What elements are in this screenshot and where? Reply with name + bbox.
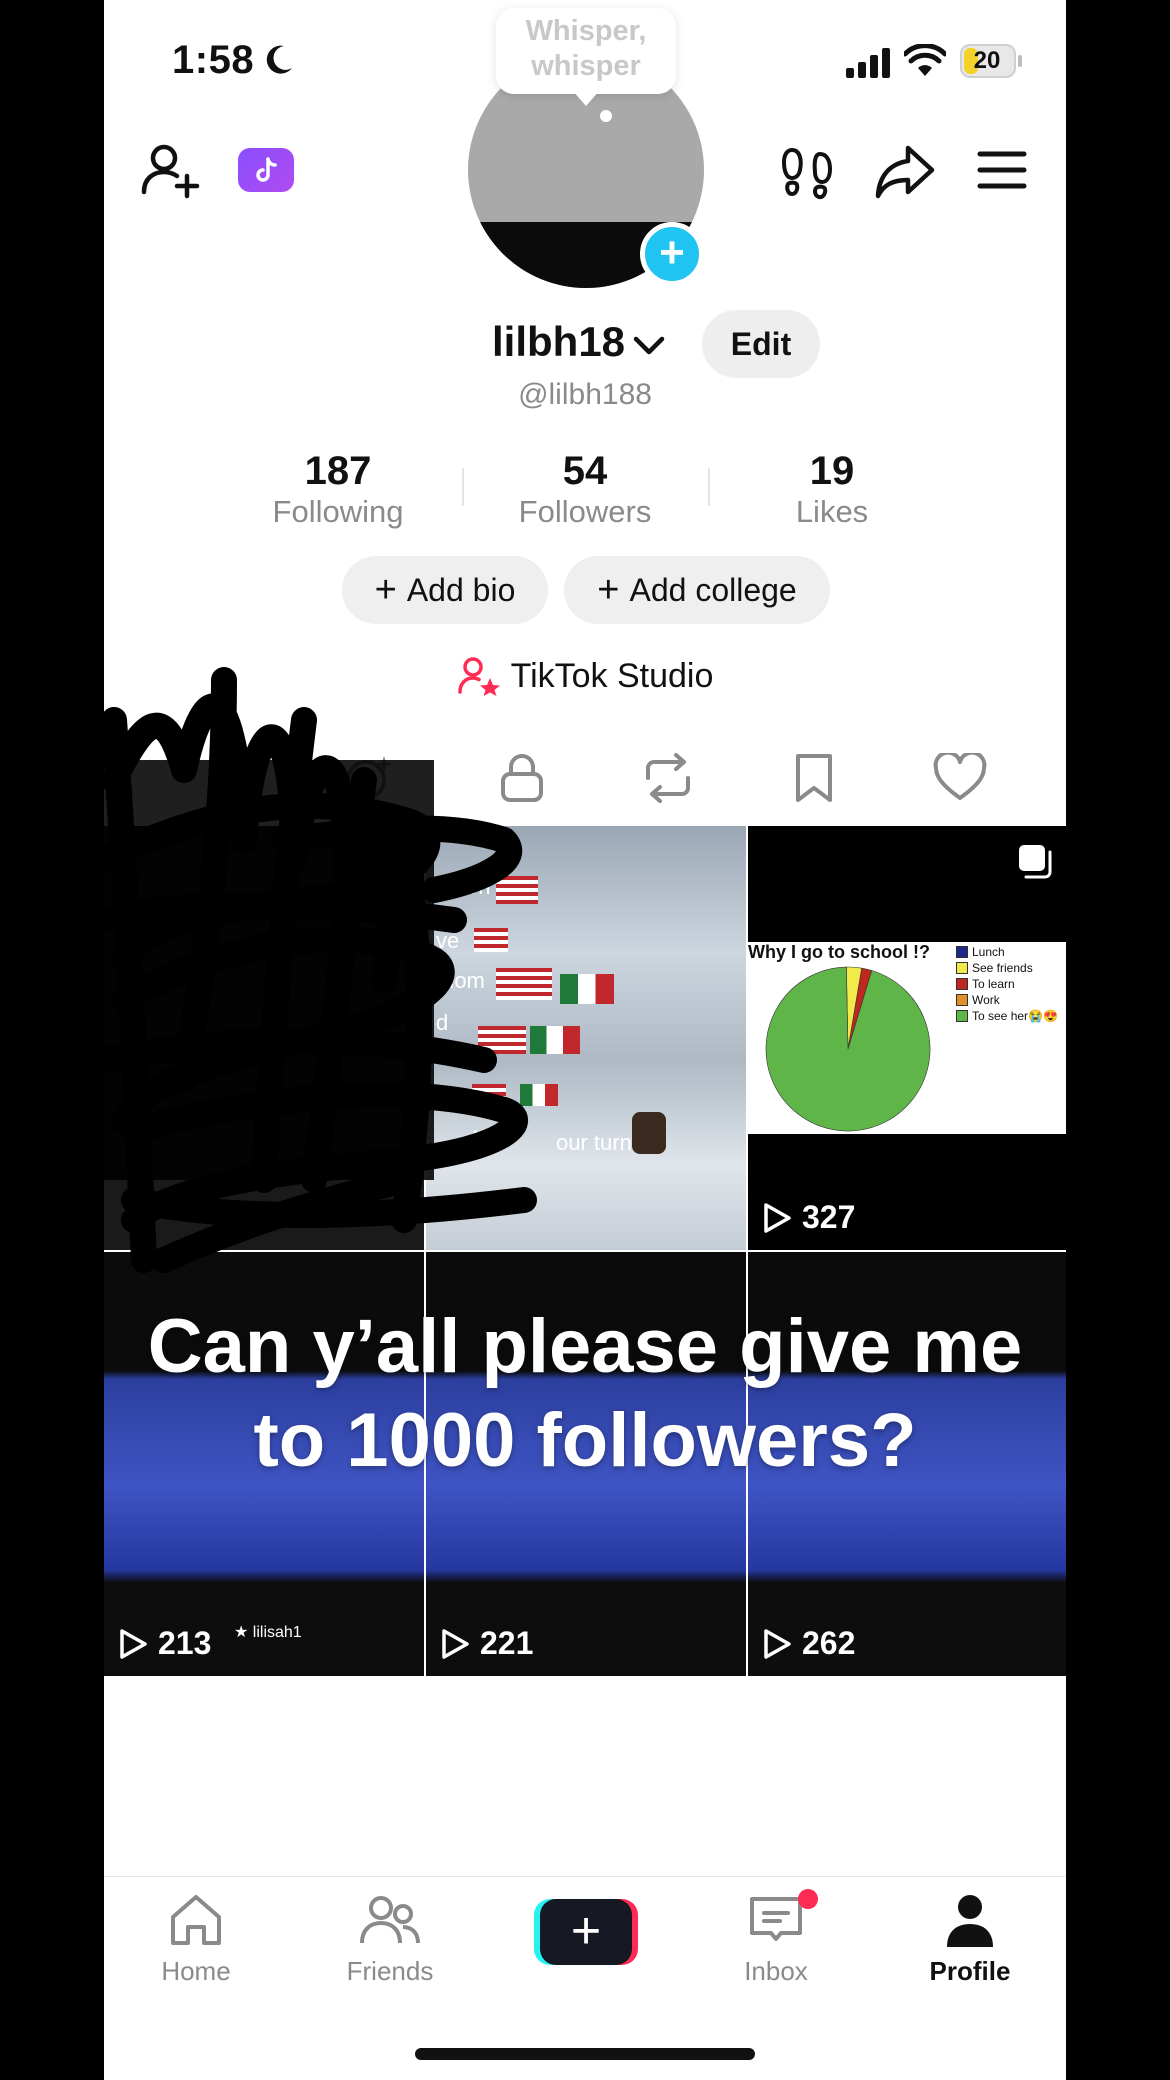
add-college-button[interactable]: + Add college (564, 556, 830, 624)
view-count-value: 221 (480, 1625, 534, 1661)
legend-label: See friends (972, 961, 1033, 975)
legend-swatch (956, 978, 968, 990)
nav-profile-label: Profile (929, 1956, 1011, 1986)
legend-item: To learn (956, 976, 1058, 992)
profile-screen: 1:58 20 Whisper, whisper + lilbh18 Edit … (104, 0, 1066, 2080)
add-college-label: Add college (629, 571, 797, 608)
home-icon (171, 1895, 221, 1945)
cellular-signal-icon (846, 48, 890, 78)
legend-label: Work (972, 993, 1000, 1007)
divider (708, 468, 710, 506)
view-count-value: 213 (158, 1625, 212, 1661)
redaction-scribble (104, 667, 537, 1273)
moon-icon (266, 45, 292, 74)
profile-icon (947, 1895, 993, 1947)
add-avatar-button[interactable]: + (640, 222, 704, 286)
home-indicator (415, 2048, 755, 2060)
username[interactable]: lilbh18 (492, 318, 625, 366)
chart-legend: Lunch See friends To learn Work To see her😭😍 (956, 944, 1058, 1024)
likes-label: Likes (795, 494, 869, 529)
stat-likes[interactable]: 19 Likes (712, 448, 952, 530)
legend-label: To learn (972, 977, 1015, 991)
nav-friends-label: Friends (346, 1956, 434, 1986)
followers-count: 54 (562, 449, 608, 493)
view-count: 262 (762, 1625, 855, 1662)
play-icon (764, 1202, 791, 1233)
nav-inbox-label: Inbox (744, 1956, 808, 1986)
tab-liked[interactable] (930, 748, 990, 808)
create-button[interactable]: + (534, 1899, 638, 1965)
stat-followers[interactable]: 54 Followers (465, 448, 705, 530)
legend-item: Work (956, 992, 1058, 1008)
status-time: 1:58 (172, 38, 255, 82)
view-count: 327 (762, 1199, 855, 1236)
legend-label: To see her😭😍 (972, 1009, 1058, 1023)
play-icon (120, 1628, 147, 1659)
tab-saved[interactable] (784, 748, 844, 808)
whisper-bubble[interactable]: Whisper, whisper (496, 8, 676, 94)
player-tag: ★ lilisah1 (234, 1624, 302, 1641)
legend-item: To see her😭😍 (956, 1008, 1058, 1024)
bookmark-icon (796, 754, 832, 802)
tab-reposts[interactable] (638, 748, 698, 808)
notification-dot (798, 1889, 818, 1909)
legend-swatch (956, 946, 968, 958)
view-count-value: 327 (802, 1199, 856, 1235)
battery-level: 20 (973, 47, 1001, 74)
play-icon (764, 1628, 791, 1659)
friends-icon (360, 1896, 420, 1944)
repost-icon (646, 753, 690, 803)
nav-inbox[interactable]: Inbox (696, 1889, 856, 1987)
chevron-down-icon[interactable] (632, 334, 666, 358)
legend-label: Lunch (972, 945, 1005, 959)
nav-home-label: Home (161, 1956, 231, 1986)
add-bio-button[interactable]: + Add bio (342, 556, 548, 624)
view-count-value: 262 (802, 1625, 856, 1661)
wifi-icon (904, 44, 946, 76)
user-handle: @lilbh188 (518, 378, 652, 411)
plus-icon: + (597, 568, 620, 611)
whisper-bubble-dot (600, 110, 612, 122)
footprints-icon[interactable] (778, 142, 838, 202)
hamburger-menu-icon[interactable] (976, 146, 1028, 194)
legend-swatch (956, 1010, 968, 1022)
chart-title: Why I go to school !? (748, 942, 930, 962)
divider (462, 468, 464, 506)
nav-home[interactable]: Home (116, 1891, 276, 1987)
following-label: Following (272, 494, 404, 529)
nav-friends[interactable]: Friends (310, 1891, 470, 1987)
battery-indicator: 20 (960, 44, 1024, 78)
followers-label: Followers (518, 494, 652, 529)
legend-swatch (956, 962, 968, 974)
whisper-bubble-tail (572, 90, 600, 106)
play-icon (442, 1628, 469, 1659)
pie-chart (765, 966, 931, 1132)
add-person-icon[interactable] (140, 140, 200, 200)
multi-photo-icon (1019, 845, 1052, 879)
add-bio-label: Add bio (406, 571, 516, 608)
overlay-caption: Can y’all please give me to 1000 followe… (147, 1304, 1023, 1483)
pie-chart-card: Why I go to school !? Lunch See friends To… (748, 942, 1066, 1134)
heart-icon (933, 753, 987, 800)
stat-following[interactable]: 187 Following (218, 448, 458, 530)
tiktok-badge-icon[interactable] (238, 148, 294, 192)
view-count: 221 (440, 1625, 533, 1662)
share-arrow-icon[interactable] (874, 142, 936, 202)
following-count: 187 (304, 449, 372, 493)
nav-profile[interactable]: Profile (890, 1891, 1050, 1987)
legend-item: Lunch (956, 944, 1058, 960)
plus-icon: + (374, 568, 397, 611)
person-sticker (632, 1112, 666, 1154)
legend-swatch (956, 994, 968, 1006)
likes-count: 19 (809, 449, 855, 493)
video-tile-3[interactable]: Why I go to school !? Lunch See friends To… (748, 826, 1066, 1250)
view-count: 213 (118, 1625, 211, 1662)
legend-item: See friends (956, 960, 1058, 976)
plus-icon: + (540, 1899, 632, 1965)
edit-profile-button[interactable]: Edit (702, 310, 820, 378)
